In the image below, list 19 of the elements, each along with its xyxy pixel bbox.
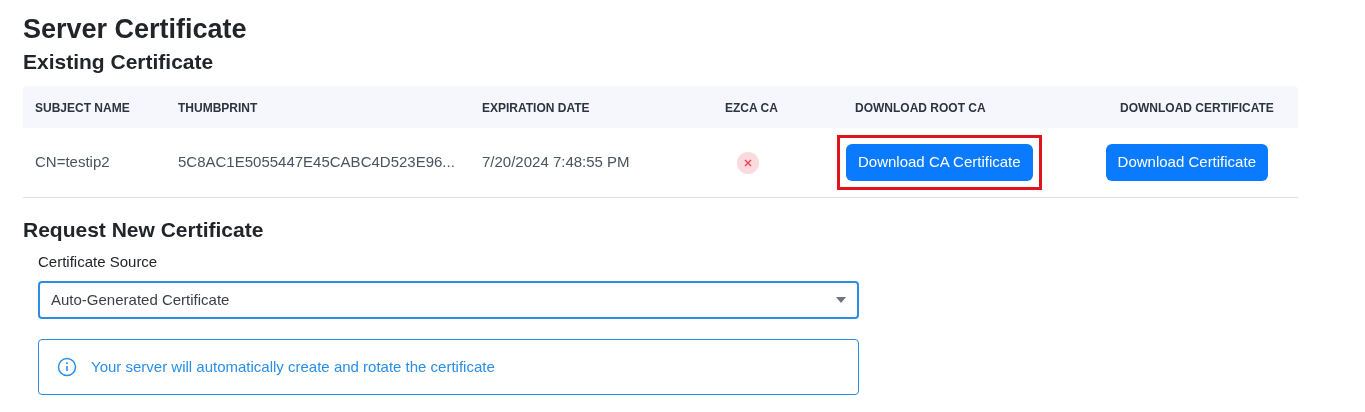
select-field[interactable]: Auto-Generated Certificate (38, 281, 859, 319)
page-title: Server Certificate (23, 13, 248, 46)
column-header: EXPIRATION DATE (482, 101, 590, 115)
download-button[interactable]: Download Certificate (1105, 144, 1268, 181)
table-cell: 5C8AC1E5055447E45CABC4D523E96... (178, 153, 455, 171)
column-header: DOWNLOAD CERTIFICATE (1120, 101, 1274, 115)
info-icon (57, 357, 77, 377)
download-button[interactable]: Download CA Certificate (846, 144, 1033, 181)
column-header: SUBJECT NAME (35, 101, 130, 115)
section-heading: Request New Certificate (23, 217, 265, 243)
column-header: EZCA CA (725, 101, 778, 115)
table-cell: CN=testip2 (35, 153, 110, 171)
table-cell: 7/20/2024 7:48:55 PM (482, 153, 630, 171)
field-label: Certificate Source (38, 252, 159, 272)
column-header: DOWNLOAD ROOT CA (855, 101, 986, 115)
info-text: Your server will automatically create and rotate the certificate (91, 356, 495, 377)
caret-icon (836, 297, 846, 303)
column-header: THUMBPRINT (178, 101, 258, 115)
section-heading: Existing Certificate (23, 49, 215, 75)
